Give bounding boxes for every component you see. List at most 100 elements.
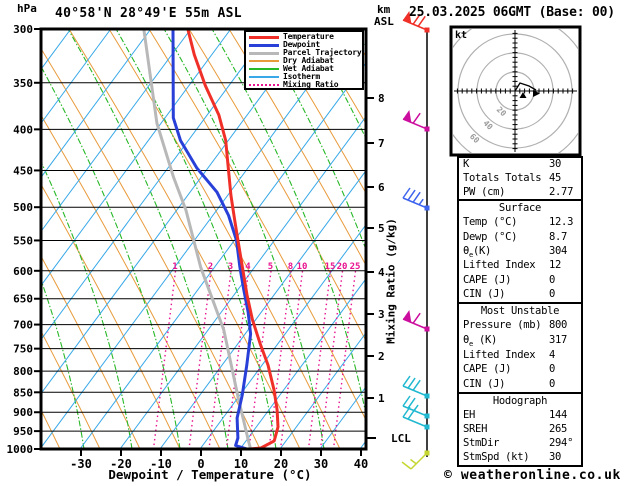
table-row-label: StmDir — [463, 437, 500, 450]
table-row-value: 45 — [549, 171, 562, 184]
table-row-label: CIN (J) — [463, 288, 506, 301]
km-tick-label: 2 — [378, 350, 385, 363]
table-row: CAPE (J) 0 — [459, 363, 581, 376]
table-row-label: Temp (°C) — [463, 216, 518, 229]
table-row: Lifted Index 12 — [459, 259, 581, 272]
table-row-label: Totals Totals — [463, 171, 542, 184]
table-row: CAPE (J) 0 — [459, 274, 581, 287]
table-row-value: 2.77 — [549, 185, 574, 198]
mixing-ratio-label: 25 — [350, 262, 361, 272]
pressure-tick-label: 300 — [13, 23, 33, 36]
table-row: Pressure (mb) 800 — [459, 319, 581, 332]
table-row-label: Lifted Index — [463, 348, 536, 361]
table-row: θe (K) 317 — [459, 334, 581, 349]
pressure-tick-label: 700 — [13, 319, 33, 332]
skewt-sounding-page: 1 2 3 4 5 8 10 15 20 25 300 350 400 450 500 550 600 650 70… — [0, 0, 629, 486]
mixing-ratio-label: 1 — [172, 262, 177, 272]
table-section-title: Surface — [498, 201, 542, 214]
legend-sample-thin — [249, 60, 279, 62]
table-row: StmDir 294° — [459, 437, 581, 450]
wind-barb — [402, 310, 430, 332]
km-tick-label: 1 — [378, 392, 385, 405]
table-row-value: 0 — [549, 273, 556, 286]
table-row: Totals Totals 45 — [459, 172, 581, 185]
table-row: StmSpd (kt) 30 — [459, 451, 581, 464]
wind-barb — [402, 395, 430, 419]
table-row-value: 0 — [549, 378, 556, 391]
date-title: 25.03.2025 06GMT (Base: 00) — [409, 5, 615, 20]
pressure-tick-label: 1000 — [7, 443, 34, 456]
wet-adiabat-line — [67, 29, 229, 449]
table-row-label: Pressure (mb) — [463, 319, 542, 332]
pressure-tick-label: 500 — [13, 201, 33, 214]
table-row: EH 144 — [459, 409, 581, 422]
legend-sample-thin — [249, 68, 279, 70]
mixing-ratio-label: 15 — [325, 262, 336, 272]
table-row: K 30 — [459, 158, 581, 171]
indices-table-section: Most Unstable Pressure (mb) 800 θe (K) 317 Li… — [457, 302, 583, 394]
isotherm-line — [41, 29, 312, 395]
pressure-tick-label: 850 — [13, 386, 33, 399]
mixing-ratio-label: 8 — [288, 262, 293, 272]
isotherm-line — [41, 29, 352, 449]
station-title: 40°58'N 28°49'E 55m ASL — [55, 6, 242, 21]
table-row-label: Dewp (°C) — [463, 230, 518, 243]
isotherm-line — [41, 29, 72, 71]
table-row-label: θe (K) — [463, 334, 498, 349]
table-row-value: 30 — [549, 451, 562, 464]
copyright-footer: © weatheronline.co.uk — [444, 468, 621, 483]
lcl-label: LCL — [391, 432, 411, 445]
mixing-ratio-label: 5 — [268, 262, 273, 272]
table-row-value: 4 — [549, 348, 556, 361]
table-row: Temp (°C) 12.3 — [459, 216, 581, 229]
table-row-label: PW (cm) — [463, 185, 506, 198]
pressure-tick-label: 450 — [13, 164, 33, 177]
indices-table-section: K 30 Totals Totals 45 PW (cm) 2.77 — [457, 156, 583, 201]
km-tick-label: 8 — [378, 92, 385, 105]
hodograph-unit-label: kt — [455, 30, 468, 41]
table-section-title: Most Unstable — [480, 304, 560, 317]
wind-barb — [402, 110, 430, 132]
mixing-ratio-label: 3 — [228, 262, 233, 272]
plot-frame — [39, 27, 368, 451]
table-row-value: 294° — [549, 437, 574, 450]
sounding-curves — [142, 29, 280, 449]
table-row-label: EH — [463, 408, 476, 421]
legend-box: Temperature Dewpoint Parcel Trajectory Dry … — [244, 30, 364, 90]
table-row-label: K — [463, 158, 470, 171]
legend-sample-thick — [249, 43, 279, 47]
table-row: PW (cm) 2.77 — [459, 186, 581, 199]
mixing-ratio-label: 20 — [337, 262, 348, 272]
legend-sample-thin — [249, 76, 279, 78]
wind-barb — [401, 450, 430, 470]
mixing-ratio-label: 10 — [297, 262, 308, 272]
table-row-label: SREH — [463, 422, 488, 435]
wind-barb — [402, 375, 430, 399]
pressure-tick-label: 800 — [13, 365, 33, 378]
wind-barb — [402, 187, 430, 211]
mixing-ratio-axis-title: Mixing Ratio (g/kg) — [384, 218, 398, 344]
x-axis-title: Dewpoint / Temperature (°C) — [108, 467, 312, 482]
table-row-value: 0 — [549, 363, 556, 376]
km-tick-label: 7 — [378, 137, 385, 150]
mixing-ratio-line — [152, 270, 177, 449]
table-row-label: CAPE (J) — [463, 363, 512, 376]
table-row: CIN (J) 0 — [459, 378, 581, 391]
table-row-value: 304 — [549, 244, 568, 257]
indices-table-section: Surface Temp (°C) 12.3 Dewp (°C) 8.7 θe(K) 304… — [457, 199, 583, 304]
km-tick-label: 6 — [378, 181, 385, 194]
table-row-label: CIN (J) — [463, 378, 506, 391]
table-row-label: CAPE (J) — [463, 273, 512, 286]
table-row: Lifted Index 4 — [459, 349, 581, 362]
table-row: θe(K) 304 — [459, 244, 581, 259]
table-row-value: 144 — [549, 408, 568, 421]
pressure-tick-label: 650 — [13, 293, 33, 306]
legend-sample-dotted — [249, 84, 279, 86]
mixing-ratio-label: 2 — [208, 262, 213, 272]
asl-unit-label: ASL — [374, 15, 394, 28]
pressure-tick-label: 900 — [13, 406, 33, 419]
table-row-value: 800 — [549, 319, 568, 332]
pressure-tick-label: 750 — [13, 343, 33, 356]
legend-sample-thick — [249, 51, 279, 55]
legend-label: Mixing Ratio — [283, 80, 339, 89]
